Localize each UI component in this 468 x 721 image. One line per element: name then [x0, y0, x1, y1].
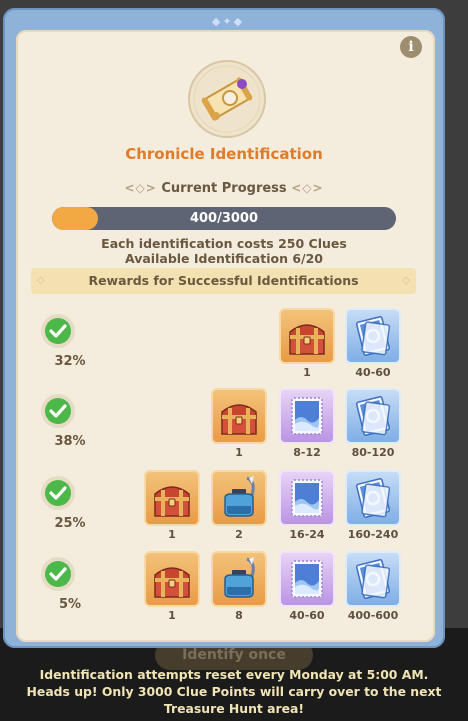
- reward-quantity: 2: [235, 528, 243, 541]
- banner-diamond-left-icon: ◇: [37, 275, 45, 286]
- reward-tier-row: 5% 1 8 40-60 400-600: [0, 551, 448, 631]
- reward-quantity: 400-600: [347, 609, 399, 622]
- progress-heading-label: Current Progress: [161, 181, 287, 196]
- reward-item[interactable]: [144, 470, 200, 526]
- progress-bar: 400/3000: [52, 207, 396, 230]
- reward-item[interactable]: [279, 308, 335, 364]
- rewards-banner: ◇ Rewards for Successful Identifications…: [31, 268, 416, 294]
- tier-chance: 5%: [58, 597, 82, 612]
- progress-heading: <◇> Current Progress <◇>: [0, 181, 448, 196]
- reward-item[interactable]: [211, 470, 267, 526]
- tier-chance: 25%: [54, 516, 86, 531]
- reward-item[interactable]: [279, 551, 335, 607]
- check-icon: [41, 476, 75, 510]
- reward-item[interactable]: [211, 551, 267, 607]
- reward-quantity: 8: [235, 609, 243, 622]
- reward-item[interactable]: [345, 470, 401, 526]
- reward-item[interactable]: [345, 551, 401, 607]
- reward-quantity: 160-240: [347, 528, 399, 541]
- footer-note: Identification attempts reset every Mond…: [0, 666, 468, 717]
- reward-quantity: 40-60: [355, 366, 391, 379]
- reward-quantity: 80-120: [351, 446, 395, 459]
- available-line: Available Identification 6/20: [125, 251, 323, 266]
- check-icon: [41, 394, 75, 428]
- reward-quantity: 40-60: [289, 609, 325, 622]
- ornament-left-icon: <◇>: [124, 181, 157, 195]
- progress-value: 400/3000: [189, 211, 259, 226]
- footer-line-3: Treasure Hunt area!: [163, 701, 305, 716]
- reward-item[interactable]: [144, 551, 200, 607]
- footer-line-1: Identification attempts reset every Mond…: [39, 667, 429, 682]
- frame-ornament-icon: ◆✦◆: [211, 15, 245, 28]
- rewards-heading: Rewards for Successful Identifications: [88, 273, 359, 288]
- banner-diamond-right-icon: ◇: [402, 275, 410, 286]
- tier-chance: 32%: [54, 354, 86, 369]
- reward-quantity: 16-24: [289, 528, 325, 541]
- page-title: Chronicle Identification: [125, 145, 323, 163]
- ornament-right-icon: <◇>: [291, 181, 324, 195]
- reward-quantity: 8-12: [293, 446, 321, 459]
- info-icon[interactable]: i: [400, 36, 422, 58]
- reward-tier-row: 25% 1 2 16-24 160-240: [0, 470, 448, 550]
- treasure-map-scroll-icon: [186, 58, 268, 140]
- reward-quantity: 1: [235, 446, 243, 459]
- reward-tier-row: 32% 1 40-60: [0, 308, 448, 388]
- reward-item[interactable]: [345, 388, 401, 444]
- reward-quantity: 1: [168, 528, 176, 541]
- reward-item[interactable]: [211, 388, 267, 444]
- reward-tier-row: 38% 1 8-12 80-120: [0, 388, 448, 468]
- check-icon: [41, 557, 75, 591]
- reward-item[interactable]: [279, 388, 335, 444]
- footer-line-2: Heads up! Only 3000 Clue Points will car…: [26, 684, 442, 699]
- check-icon: [41, 314, 75, 348]
- tier-chance: 38%: [54, 434, 86, 449]
- reward-item[interactable]: [279, 470, 335, 526]
- cost-line: Each identification costs 250 Clues: [101, 236, 347, 251]
- reward-item[interactable]: [345, 308, 401, 364]
- reward-quantity: 1: [168, 609, 176, 622]
- reward-quantity: 1: [303, 366, 311, 379]
